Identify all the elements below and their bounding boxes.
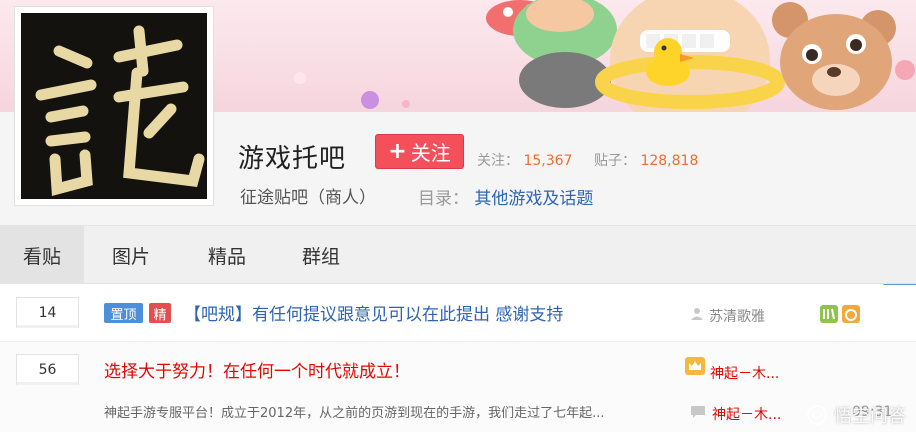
catalog-link[interactable]: 其他游戏及话题 — [474, 189, 593, 209]
follow-button[interactable]: + 关注 — [375, 134, 464, 169]
post-stat: 贴子： 128,818 — [594, 150, 698, 170]
tab-posts[interactable]: 看贴 — [0, 226, 84, 284]
forum-subtitle: 征途贴吧（商人） — [240, 188, 376, 208]
tab-featured[interactable]: 精品 — [188, 226, 266, 284]
tab-images[interactable]: 图片 — [92, 226, 170, 284]
plus-icon: + — [388, 139, 407, 164]
tab-groups[interactable]: 群组 — [282, 226, 360, 284]
thread-author[interactable]: 神起－木... — [710, 363, 779, 383]
watermark: 悟空问答 — [806, 402, 906, 428]
catalog-label: 目录： — [418, 189, 469, 209]
thread-author[interactable]: 苏清歌雅 — [709, 306, 765, 326]
thread-abstract: 神起手游专服平台！成立于2012年，从之前的页游到现在的手游，我们走过了七年起.… — [104, 406, 605, 421]
post-stat-label: 贴子： — [594, 153, 636, 169]
pinned-badge: 置顶 — [104, 303, 143, 323]
thread-title[interactable]: 【吧规】有任何提议跟意见可以在此提出 感谢支持 — [184, 300, 563, 325]
member-level-icon — [820, 305, 860, 323]
thread-title[interactable]: 选择大于努力！在任何一个时代就成立！ — [104, 357, 410, 382]
wukong-logo-icon — [807, 405, 827, 425]
follow-stat-label: 关注： — [477, 153, 519, 169]
thread-row[interactable]: 56 选择大于努力！在任何一个时代就成立！ 神起－木... 神起手游专服平台！成… — [0, 342, 916, 432]
forum-tabs: 看贴 图片 精品 群组 — [0, 225, 916, 284]
forum-catalog: 目录： 其他游戏及话题 — [418, 184, 593, 209]
watermark-text: 悟空问答 — [834, 406, 906, 427]
vip-crown-icon — [685, 357, 705, 375]
calligraphy-logo — [35, 25, 205, 197]
forum-title: 游戏托吧 — [238, 144, 347, 174]
post-count: 128,818 — [640, 153, 699, 169]
reply-bubble-icon — [691, 406, 705, 418]
forum-avatar — [21, 13, 207, 199]
reply-count: 56 — [16, 354, 79, 385]
follow-stat: 关注： 15,367 — [477, 150, 572, 170]
thread-row[interactable]: 14 置顶 精 【吧规】有任何提议跟意见可以在此提出 感谢支持 苏清歌雅 — [0, 285, 916, 341]
follow-count: 15,367 — [523, 153, 573, 169]
follow-button-label: 关注 — [410, 141, 451, 165]
user-icon — [691, 308, 703, 320]
last-reply-author[interactable]: 神起－木... — [712, 404, 781, 424]
forum-avatar-frame[interactable] — [14, 6, 214, 206]
reply-count: 14 — [16, 297, 79, 328]
featured-badge: 精 — [149, 303, 171, 323]
